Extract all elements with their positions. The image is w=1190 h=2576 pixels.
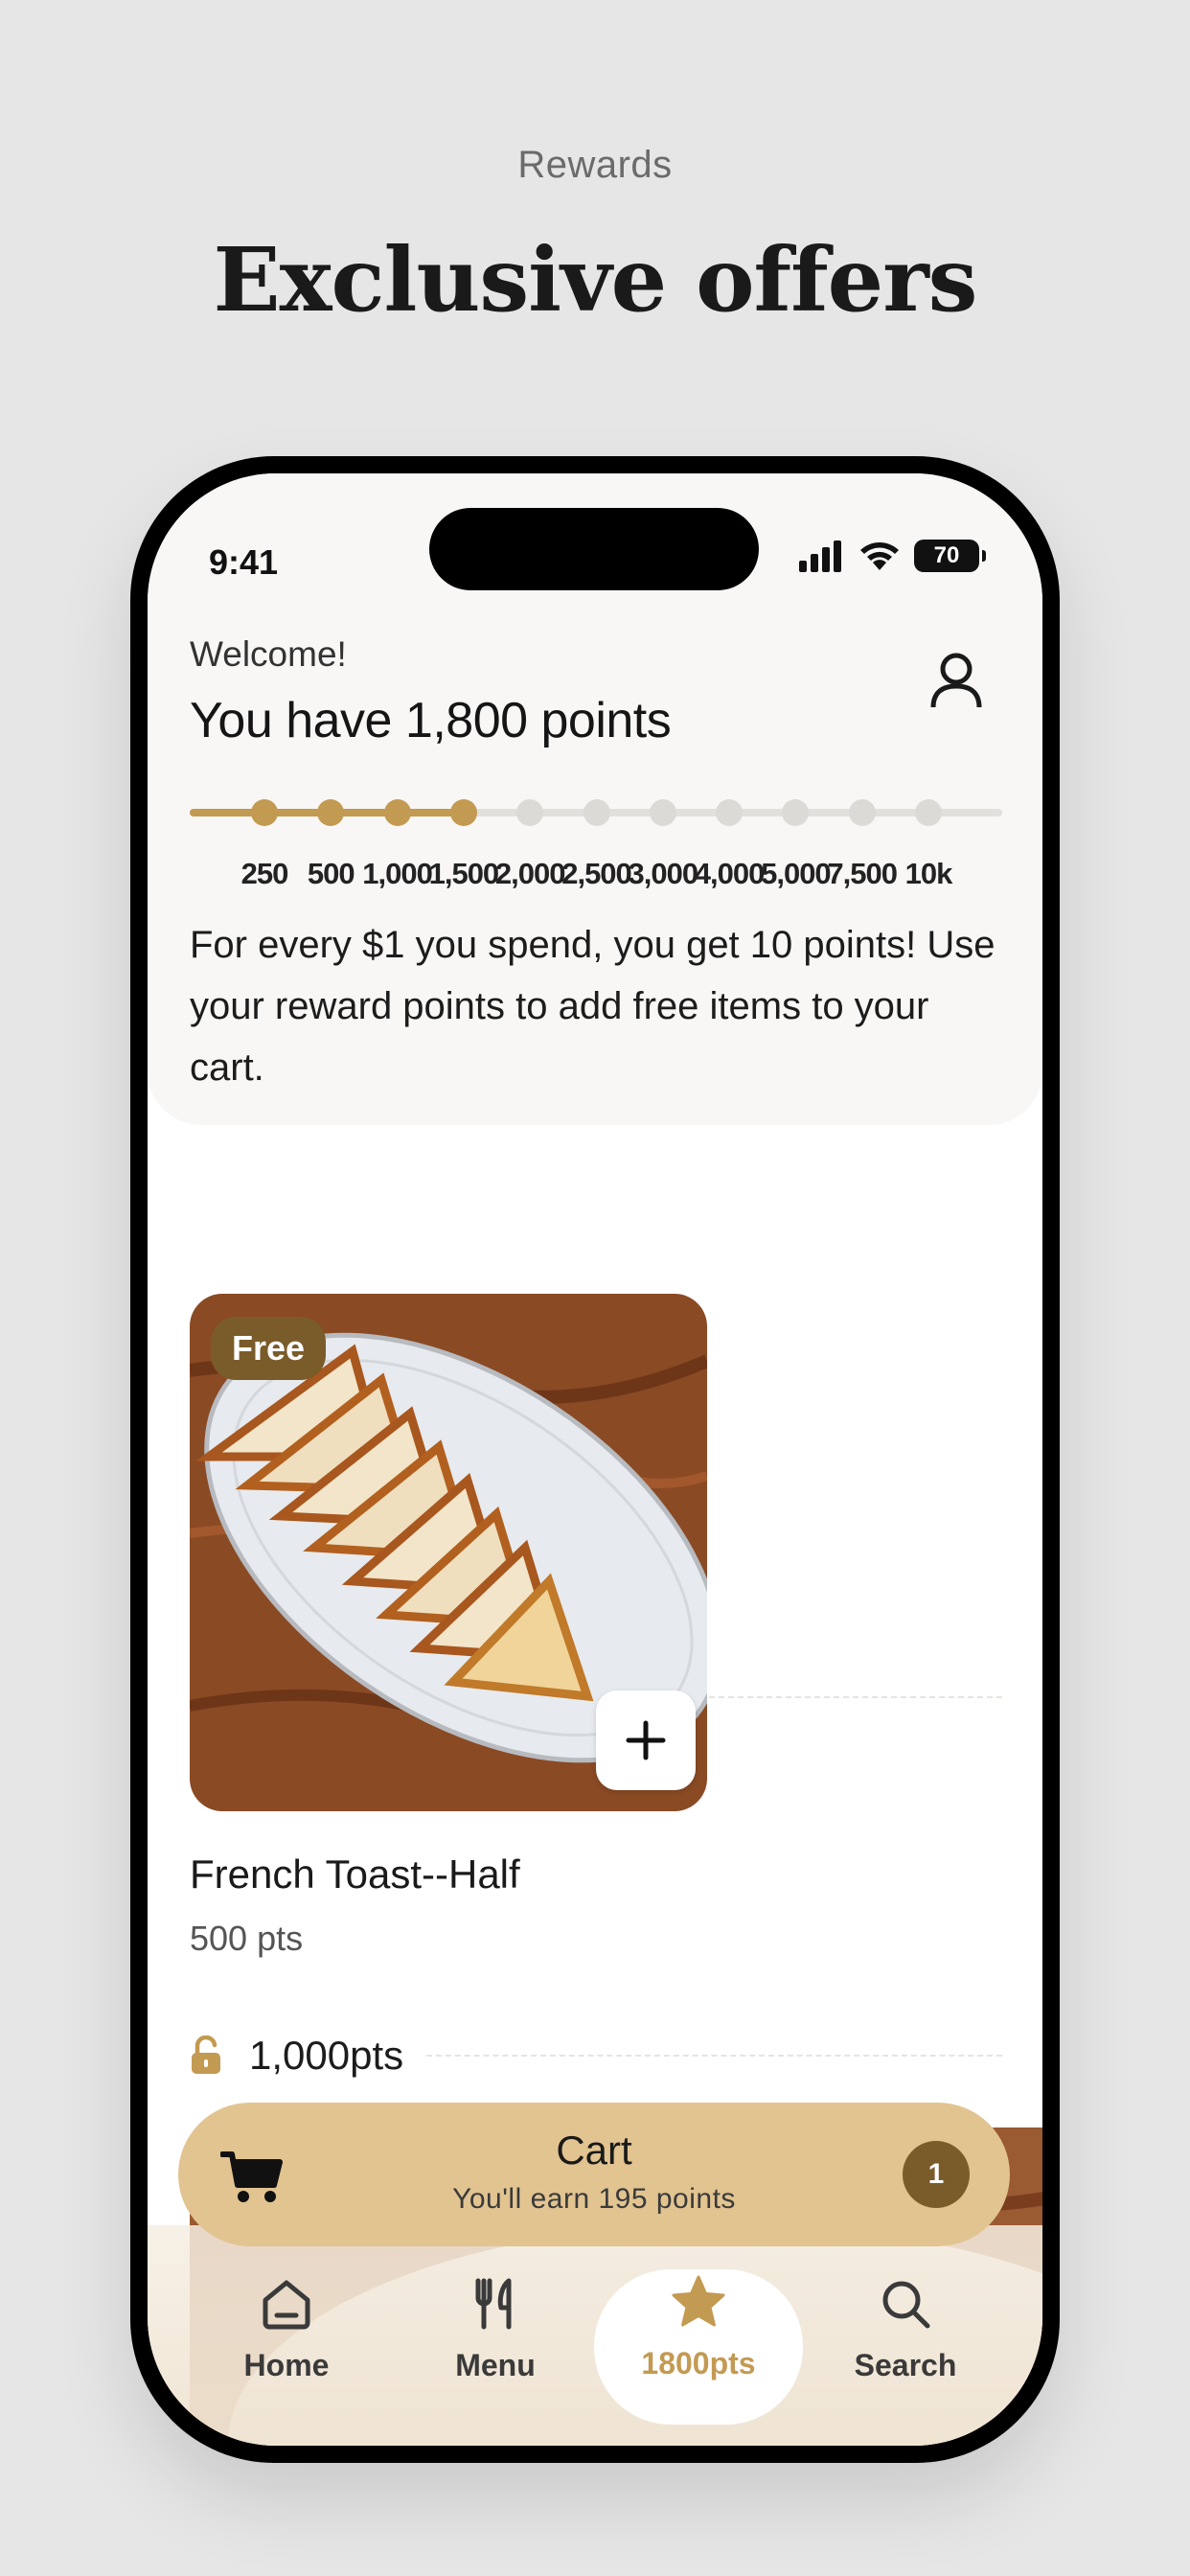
tab-menu[interactable]: Menu: [414, 2275, 577, 2419]
points-balance: You have 1,800 points: [190, 693, 672, 748]
tab-home[interactable]: Home: [205, 2275, 368, 2419]
reward-item-card[interactable]: Free: [190, 1294, 707, 1811]
section-header-1000: 1,000pts: [190, 2032, 1002, 2080]
tab-search[interactable]: Search: [824, 2275, 987, 2419]
progress-tier-dot: [848, 799, 876, 826]
progress-tier-label: 500: [307, 857, 355, 890]
dynamic-island: [429, 508, 759, 590]
status-time: 9:41: [209, 542, 279, 582]
cellular-signal-icon: [799, 540, 841, 572]
plus-icon: [626, 1720, 666, 1760]
progress-tier-label: 1,000: [362, 857, 433, 890]
progress-tier-label: 7,500: [827, 857, 898, 890]
progress-tier-dot: [782, 799, 810, 826]
fork-knife-icon: [475, 2278, 512, 2330]
battery-icon: 70: [914, 540, 986, 572]
progress-tier-label: 5,000: [761, 857, 832, 890]
points-description: For every $1 you spend, you get 10 point…: [190, 924, 995, 1089]
cart-bar[interactable]: Cart You'll earn 195 points 1: [178, 2103, 1010, 2246]
reward-item-points: 500 pts: [190, 1919, 304, 1958]
progress-tier-dot: [251, 799, 278, 826]
progress-tier-dot: [915, 799, 942, 826]
progress-tier-label: 3,000: [628, 857, 699, 890]
progress-tier-label: 2,000: [494, 857, 566, 890]
phone-frame: 9:41 70 Welcome! You have 1,800 points 2…: [130, 456, 1060, 2463]
section-label: 1,000pts: [249, 2033, 404, 2078]
tab-bar: Home Menu 1800pts Search: [148, 2225, 1042, 2446]
tab-label: Home: [243, 2348, 330, 2382]
progress-tier-label: 250: [240, 857, 289, 890]
welcome-text: Welcome!: [190, 634, 347, 674]
tab-rewards[interactable]: 1800pts: [594, 2269, 803, 2425]
progress-tier-dot: [583, 799, 610, 826]
progress-tier-dot: [649, 799, 676, 826]
progress-tier-dot: [317, 799, 345, 826]
promo-subtitle: Rewards: [517, 144, 673, 186]
progress-tier-dot: [716, 799, 744, 826]
home-icon: [263, 2280, 310, 2330]
cart-earn-text: You'll earn 195 points: [452, 2183, 736, 2215]
battery-level: 70: [933, 542, 960, 568]
profile-icon[interactable]: [927, 650, 985, 711]
cart-count-badge: 1: [903, 2141, 970, 2208]
section-divider: [426, 2055, 1002, 2057]
tab-label: Search: [854, 2348, 957, 2382]
progress-tier-dot: [449, 799, 477, 826]
add-to-cart-button[interactable]: [596, 1690, 696, 1790]
progress-tier-label: 2,500: [561, 857, 632, 890]
reward-item-name: French Toast--Half: [190, 1852, 520, 1897]
free-badge: Free: [211, 1317, 327, 1380]
progress-tier-dot: [383, 799, 411, 826]
progress-tier-dot: [516, 799, 544, 826]
progress-tier-label: 10k: [904, 857, 953, 890]
rewards-header: 9:41 70 Welcome! You have 1,800 points 2…: [148, 473, 1042, 1125]
cart-title: Cart: [556, 2128, 632, 2173]
tab-label: 1800pts: [641, 2346, 756, 2380]
phone-screen: 9:41 70 Welcome! You have 1,800 points 2…: [148, 473, 1042, 2446]
progress-tier-label: 4,000: [694, 857, 766, 890]
wifi-icon: [860, 542, 899, 570]
promo-title: Exclusive offers: [213, 228, 978, 332]
points-progress-track: [190, 799, 1002, 826]
star-icon: [672, 2275, 725, 2327]
tab-label: Menu: [455, 2348, 536, 2382]
search-icon: [882, 2281, 930, 2329]
status-icons: 70: [797, 537, 986, 575]
unlock-icon: [192, 2036, 220, 2074]
progress-tier-label: 1,500: [428, 857, 500, 890]
